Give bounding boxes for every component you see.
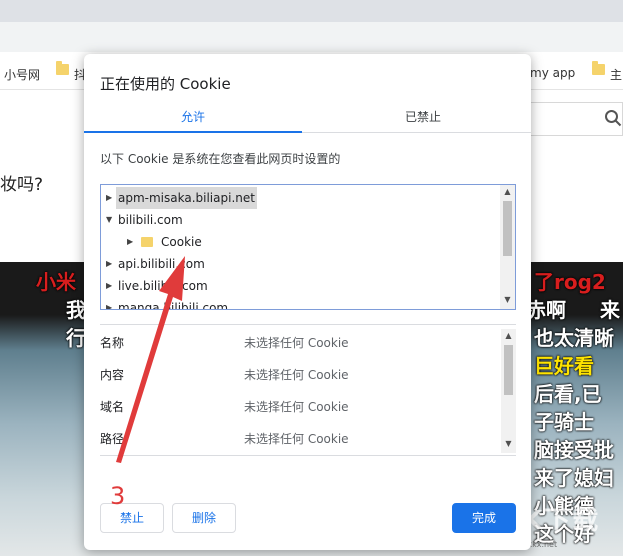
expand-arrow-icon[interactable]: ▶	[106, 275, 112, 297]
detail-value: 未选择任何 Cookie	[244, 432, 349, 446]
tree-item-bilibili[interactable]: ▼ bilibili.com	[101, 209, 501, 231]
folder-icon	[141, 237, 153, 247]
danmaku-comment: 后看,已	[534, 382, 602, 406]
scroll-down-icon[interactable]: ▼	[501, 437, 516, 451]
folder-icon	[592, 61, 605, 75]
danmaku-comment: 小米	[36, 270, 76, 294]
danmaku-comment: 来了媳妇	[534, 466, 614, 490]
bookmark-item[interactable]: 主	[610, 66, 622, 83]
tree-item-manga-bilibili[interactable]: ▶ manga.bilibili.com	[101, 297, 501, 310]
collapse-arrow-icon[interactable]: ▼	[106, 209, 112, 231]
expand-arrow-icon[interactable]: ▶	[106, 297, 112, 309]
danmaku-comment: 来	[600, 298, 620, 322]
detail-value: 未选择任何 Cookie	[244, 368, 349, 382]
danmaku-comment: 脑接受批	[534, 438, 614, 462]
annotation-step-number: 3	[110, 482, 126, 510]
detail-row-domain: 域名 未选择任何 Cookie	[100, 397, 500, 417]
tree-scrollbar[interactable]: ▲ ▼	[500, 185, 515, 309]
tab-allowed[interactable]: 允许	[84, 104, 302, 133]
done-button[interactable]: 完成	[452, 503, 516, 533]
folder-icon	[56, 61, 69, 75]
dialog-description: 以下 Cookie 是系统在您查看此网页时设置的	[100, 152, 341, 166]
tree-item-apm-misaka[interactable]: ▶ apm-misaka.biliapi.net	[101, 187, 501, 209]
detail-key: 路径	[100, 432, 125, 446]
detail-key: 内容	[100, 368, 125, 382]
cookie-tree[interactable]: ▶ apm-misaka.biliapi.net ▼ bilibili.com …	[100, 184, 516, 310]
tree-item-label: live.bilibili.com	[118, 279, 208, 293]
detail-row-name: 名称 未选择任何 Cookie	[100, 333, 500, 353]
danmaku-comment: 了rog2	[534, 270, 606, 294]
tree-item-label: bilibili.com	[118, 213, 183, 227]
scroll-down-icon[interactable]: ▼	[500, 293, 515, 307]
danmaku-comment: 行	[66, 326, 86, 350]
cookies-dialog: 正在使用的 Cookie 允许 已禁止 以下 Cookie 是系统在您查看此网页…	[84, 54, 531, 550]
detail-key: 域名	[100, 400, 125, 414]
danmaku-comment: 子骑士	[534, 410, 594, 434]
details-scrollbar[interactable]: ▲ ▼	[501, 329, 516, 453]
danmaku-comment: 我	[66, 298, 86, 322]
delete-button[interactable]: 删除	[172, 503, 236, 533]
page-question-text: 妆吗?	[0, 175, 44, 195]
cookie-details: 名称 未选择任何 Cookie 内容 未选择任何 Cookie 域名 未选择任何…	[100, 324, 516, 456]
expand-arrow-icon[interactable]: ▶	[106, 253, 112, 275]
tree-item-label: apm-misaka.biliapi.net	[116, 187, 257, 209]
scroll-up-icon[interactable]: ▲	[500, 185, 515, 199]
detail-value: 未选择任何 Cookie	[244, 400, 349, 414]
dialog-title: 正在使用的 Cookie	[100, 75, 231, 93]
bookmark-item[interactable]: 小号网	[4, 66, 40, 83]
expand-arrow-icon[interactable]: ▶	[106, 187, 112, 209]
expand-arrow-icon[interactable]: ▶	[127, 231, 133, 253]
browser-toolbar	[0, 22, 623, 52]
detail-row-content: 内容 未选择任何 Cookie	[100, 365, 500, 385]
search-icon[interactable]	[604, 109, 622, 127]
danmaku-comment: 也太清晰	[534, 326, 614, 350]
tree-item-label: Cookie	[161, 235, 202, 249]
tree-item-label: manga.bilibili.com	[118, 301, 229, 310]
tab-blocked[interactable]: 已禁止	[314, 104, 532, 133]
tree-item-cookie-folder[interactable]: ▶ Cookie	[101, 231, 501, 253]
detail-value: 未选择任何 Cookie	[244, 336, 349, 350]
detail-key: 名称	[100, 336, 125, 350]
detail-row-path: 路径 未选择任何 Cookie	[100, 429, 500, 449]
scroll-up-icon[interactable]: ▲	[501, 329, 516, 343]
dialog-tabs: 允许 已禁止	[84, 104, 531, 133]
bookmark-item[interactable]: my app	[530, 66, 575, 80]
scrollbar-thumb[interactable]	[504, 345, 513, 395]
tree-item-label: api.bilibili.com	[118, 257, 205, 271]
browser-tab-strip	[0, 0, 623, 22]
tree-item-api-bilibili[interactable]: ▶ api.bilibili.com	[101, 253, 501, 275]
scrollbar-thumb[interactable]	[503, 201, 512, 256]
tree-item-live-bilibili[interactable]: ▶ live.bilibili.com	[101, 275, 501, 297]
danmaku-comment: 巨好看	[534, 354, 594, 378]
danmaku-comment: 赤啊	[526, 298, 566, 322]
